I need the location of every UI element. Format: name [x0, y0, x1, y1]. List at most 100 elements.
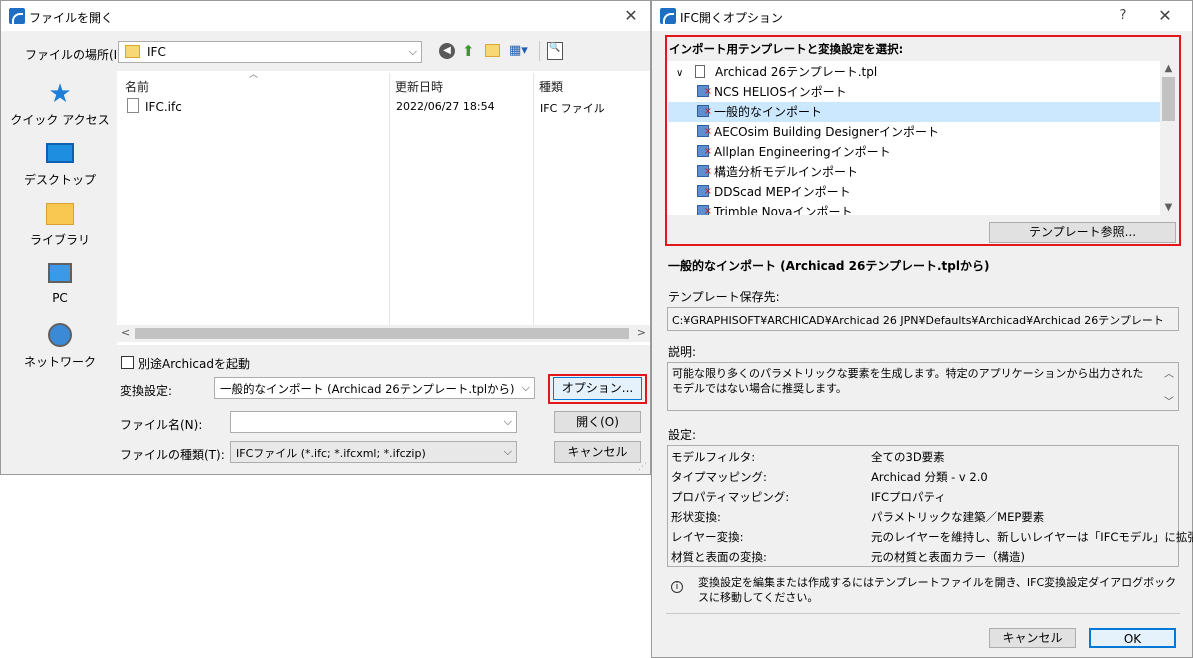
archicad-app-icon [660, 8, 676, 24]
scroll-up-icon[interactable]: ︿ [1164, 365, 1174, 380]
pc-icon [48, 263, 72, 283]
setting-key: 形状変換: [671, 510, 721, 524]
filetype-select[interactable]: IFCファイル (*.ifc; *.ifcxml; *.ifczip) ⌵ [230, 441, 517, 463]
open-button[interactable]: 開く(O) [554, 411, 641, 433]
storage-path-field: C:¥GRAPHISOFT¥ARCHICAD¥Archicad 26 JPN¥D… [667, 307, 1179, 331]
new-folder-icon[interactable] [485, 44, 500, 57]
location-value: IFC [147, 45, 166, 59]
settings-row: 材質と表面の変換: 元の材質と表面カラー（構造) [671, 547, 1171, 567]
back-icon[interactable]: ◀ [439, 43, 455, 59]
description-label: 説明: [668, 345, 697, 359]
sort-indicator-icon: ︿ [249, 70, 259, 80]
tree-item-label: 構造分析モデルインポート [714, 165, 859, 179]
table-row[interactable]: IFC.ifc 2022/06/27 18:54 IFC ファイル [121, 97, 646, 117]
tree-vertical-scrollbar[interactable]: ▲ ▼ [1160, 61, 1177, 215]
tree-item[interactable]: NCS HELIOSインポート [697, 82, 1160, 102]
browse-template-button[interactable]: テンプレート参照... [989, 222, 1176, 243]
setting-value: パラメトリックな建築／MEP要素 [871, 510, 1045, 524]
setting-key: 材質と表面の変換: [671, 550, 767, 564]
filename-label: ファイル名(N): [120, 418, 203, 432]
resize-grip-icon[interactable]: ⋰ [638, 462, 647, 472]
column-header-name[interactable]: 名前 [125, 78, 149, 95]
settings-row: モデルフィルタ: 全ての3D要素 [671, 447, 1171, 467]
tree-item-label: 一般的なインポート [714, 105, 823, 119]
sidebar-item-desktop[interactable]: デスクトップ [5, 143, 115, 188]
sidebar-item-library[interactable]: ライブラリ [5, 203, 115, 248]
scrollbar-thumb[interactable] [135, 328, 629, 339]
column-header-date[interactable]: 更新日時 [395, 78, 443, 95]
scroll-right-icon[interactable]: > [637, 326, 646, 339]
tree-item-label: DDScad MEPインポート [714, 185, 851, 199]
chevron-down-icon[interactable]: ∨ [676, 68, 683, 79]
setting-key: モデルフィルタ: [671, 450, 756, 464]
sidebar-item-label: デスクトップ [23, 173, 96, 187]
tree-item-label: AECOsim Building Designerインポート [714, 125, 939, 139]
file-type: IFC ファイル [540, 102, 605, 115]
location-combo[interactable]: IFC ⌵ [118, 41, 422, 63]
column-header-type[interactable]: 種類 [539, 78, 563, 95]
setting-value: IFCプロパティ [871, 490, 946, 504]
filename-input[interactable]: ⌵ [230, 411, 517, 433]
scroll-left-icon[interactable]: < [121, 326, 130, 339]
ifc-cancel-button[interactable]: キャンセル [989, 628, 1076, 648]
scroll-down-icon[interactable]: ﹀ [1164, 393, 1174, 408]
ifc-dialog-titlebar: IFC開くオプション ? ✕ [652, 1, 1192, 31]
preview-icon[interactable]: 🔍 [547, 42, 563, 60]
chevron-down-icon: ⌵ [503, 415, 512, 428]
open-dialog-title: ファイルを開く [29, 11, 114, 25]
tree-item[interactable]: 構造分析モデルインポート [697, 162, 1160, 182]
template-section-title: インポート用テンプレートと変換設定を選択: [669, 42, 904, 56]
file-name: IFC.ifc [145, 100, 182, 114]
chevron-down-icon: ⌵ [408, 45, 417, 58]
template-tree: ∨ Archicad 26テンプレート.tpl NCS HELIOSインポート … [667, 61, 1177, 215]
setting-key: プロパティマッピング: [671, 490, 790, 504]
browse-template-label: テンプレート参照... [1028, 225, 1137, 239]
scroll-up-icon[interactable]: ▲ [1160, 63, 1177, 74]
import-translator-icon [697, 162, 712, 182]
up-folder-icon[interactable]: ⬆ [462, 43, 478, 59]
close-icon[interactable]: ✕ [1154, 5, 1176, 27]
close-icon[interactable]: ✕ [620, 5, 642, 27]
tree-item[interactable]: Trimble Novaインポート [697, 202, 1160, 215]
ok-button[interactable]: OK [1089, 628, 1176, 648]
import-translator-icon [697, 82, 712, 102]
description-text: 可能な限り多くのパラメトリックな要素を生成します。特定のアプリケーションから出力… [672, 367, 1144, 395]
template-file-icon [695, 65, 706, 78]
options-button-label: オプション... [561, 381, 634, 395]
settings-row: レイヤー変換: 元のレイヤーを維持し、新しいレイヤーは「IFCモデル」に拡張 [671, 527, 1193, 547]
tree-item[interactable]: Allplan Engineeringインポート [697, 142, 1160, 162]
options-button[interactable]: オプション... [553, 377, 642, 400]
scrollbar-thumb[interactable] [1162, 77, 1175, 121]
settings-row: 形状変換: パラメトリックな建築／MEP要素 [671, 507, 1171, 527]
help-icon[interactable]: ? [1112, 5, 1134, 27]
tree-item[interactable]: DDScad MEPインポート [697, 182, 1160, 202]
import-translator-icon [697, 202, 712, 215]
horizontal-scrollbar[interactable]: < > [117, 325, 650, 342]
conversion-select[interactable]: 一般的なインポート (Archicad 26テンプレート.tplから) ⌵ [214, 377, 535, 399]
sidebar-item-label: PC [52, 291, 68, 305]
footer-divider [666, 613, 1180, 614]
setting-value: 元のレイヤーを維持し、新しいレイヤーは「IFCモデル」に拡張 [871, 530, 1193, 544]
sidebar-item-label: クイック アクセス [10, 113, 110, 127]
network-icon [48, 323, 72, 347]
sidebar-item-label: ライブラリ [29, 233, 90, 247]
tree-item-selected[interactable]: 一般的なインポート [668, 102, 1160, 122]
tree-item[interactable]: AECOsim Building Designerインポート [697, 122, 1160, 142]
setting-value: 全ての3D要素 [871, 450, 945, 464]
view-menu-icon[interactable]: ▦▾ [509, 43, 535, 59]
setting-value: Archicad 分類 - v 2.0 [871, 470, 988, 484]
scroll-down-icon[interactable]: ▼ [1160, 202, 1177, 213]
ifc-options-dialog: IFC開くオプション ? ✕ インポート用テンプレートと変換設定を選択: ∨ A… [651, 0, 1193, 658]
sidebar-item-pc[interactable]: PC [5, 263, 115, 305]
sidebar-item-quick-access[interactable]: ★ クイック アクセス [5, 81, 115, 128]
tree-root[interactable]: ∨ Archicad 26テンプレート.tpl [670, 62, 1160, 82]
storage-label: テンプレート保存先: [668, 290, 780, 304]
selected-template-title: 一般的なインポート (Archicad 26テンプレート.tplから) [668, 259, 990, 273]
sidebar-item-network[interactable]: ネットワーク [5, 323, 115, 370]
import-translator-icon [697, 122, 712, 142]
separate-archicad-checkbox[interactable] [121, 356, 134, 369]
sidebar-item-label: ネットワーク [23, 355, 96, 369]
archicad-app-icon [9, 8, 25, 24]
cancel-button[interactable]: キャンセル [554, 441, 641, 463]
library-folder-icon [46, 203, 74, 225]
